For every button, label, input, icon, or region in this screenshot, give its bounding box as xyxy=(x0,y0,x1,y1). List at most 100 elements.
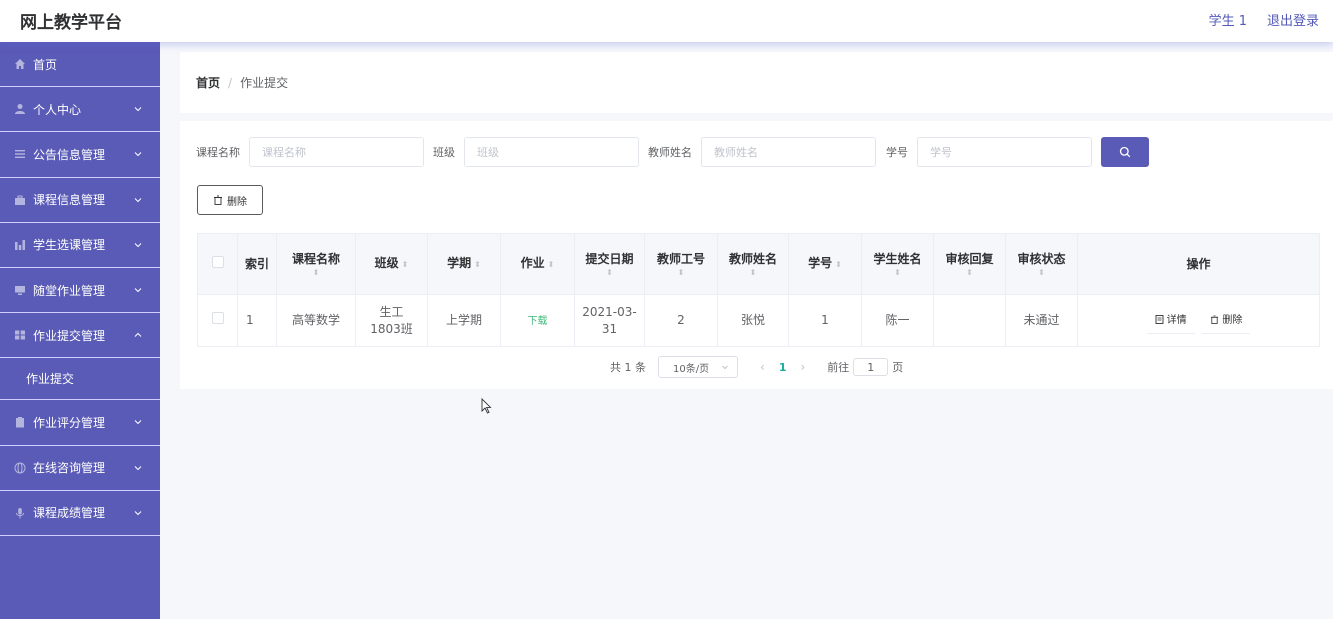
batch-delete-button[interactable]: 删除 xyxy=(197,185,263,215)
mouse-cursor-icon xyxy=(481,398,492,414)
breadcrumb: 首页 / 作业提交 xyxy=(180,52,1333,113)
detail-button[interactable]: 详情 xyxy=(1146,308,1195,334)
breadcrumb-home[interactable]: 首页 xyxy=(196,74,220,91)
list-icon xyxy=(15,150,25,159)
sidebar-item-label: 公告信息管理 xyxy=(33,147,106,162)
chevron-down-icon xyxy=(134,242,142,248)
sidebar-item-scores[interactable]: 课程成绩管理 xyxy=(0,491,160,536)
row-delete-button[interactable]: 删除 xyxy=(1202,308,1251,334)
header-review-status[interactable]: 审核状态 ⬍ xyxy=(1005,233,1078,295)
page-number-current[interactable]: 1 xyxy=(779,361,787,374)
batch-delete-label: 删除 xyxy=(227,196,247,208)
sidebar-item-label: 个人中心 xyxy=(33,102,82,117)
briefcase-icon xyxy=(15,195,25,205)
sidebar: 首页 个人中心 公告信息管理 课程信息管理 学生选课管理 随堂作业管理 作业提交… xyxy=(0,42,160,619)
sort-icon: ⬍ xyxy=(1038,267,1045,277)
sidebar-item-submission[interactable]: 作业提交管理 xyxy=(0,313,160,359)
table-row: 1 高等数学 生工1803班 上学期 下载 2021-03-31 2 张悦 1 … xyxy=(197,294,1320,347)
pagination: 共 1 条 10条/页 ‹ 1 › 前往 1 页 xyxy=(610,355,903,379)
top-bar: 网上教学平台 学生 1 退出登录 xyxy=(0,0,1333,42)
microphone-icon xyxy=(16,507,24,519)
download-link[interactable]: 下载 xyxy=(528,316,548,327)
sidebar-item-homework[interactable]: 随堂作业管理 xyxy=(0,268,160,314)
row-checkbox[interactable] xyxy=(197,294,238,347)
student-no-input[interactable]: 学号 xyxy=(917,137,1092,167)
goto-suffix: 页 xyxy=(892,361,904,374)
search-icon xyxy=(1119,146,1131,158)
chevron-up-icon xyxy=(134,333,142,338)
cell-class: 生工1803班 xyxy=(355,294,428,347)
logout-link[interactable]: 退出登录 xyxy=(1267,10,1319,29)
sidebar-item-label: 学生选课管理 xyxy=(33,238,106,253)
sort-icon: ⬍ xyxy=(474,260,481,269)
cell-submit-date: 2021-03-31 xyxy=(574,294,645,347)
search-form: 课程名称 课程名称 班级 班级 教师姓名 教师姓名 学号 学号 xyxy=(196,137,1149,167)
header-teacher-name[interactable]: 教师姓名 ⬍ xyxy=(717,233,789,295)
trash-icon xyxy=(1211,314,1219,324)
globe-icon xyxy=(14,462,26,474)
header-index: 索引 xyxy=(237,233,277,295)
chevron-down-icon xyxy=(722,365,728,370)
sidebar-subitem-submission[interactable]: 作业提交 xyxy=(0,358,160,401)
cell-homework: 下载 xyxy=(500,294,575,347)
select-all-checkbox[interactable] xyxy=(197,233,238,295)
class-input[interactable]: 班级 xyxy=(464,137,639,167)
chevron-down-icon xyxy=(134,288,142,293)
sidebar-item-notice[interactable]: 公告信息管理 xyxy=(0,132,160,178)
monitor-icon xyxy=(15,286,25,296)
header-homework[interactable]: 作业 ⬍ xyxy=(500,233,575,295)
sort-icon: ⬍ xyxy=(894,267,901,277)
cell-student-name: 陈一 xyxy=(861,294,934,347)
cell-student-no: 1 xyxy=(788,294,862,347)
sidebar-item-label: 在线咨询管理 xyxy=(33,461,106,476)
student-no-label: 学号 xyxy=(886,146,908,159)
header-teacher-id[interactable]: 教师工号 ⬍ xyxy=(644,233,718,295)
header-course[interactable]: 课程名称 ⬍ xyxy=(276,233,356,295)
header-student-no[interactable]: 学号 ⬍ xyxy=(788,233,862,295)
cell-index: 1 xyxy=(237,294,277,347)
sidebar-item-consult[interactable]: 在线咨询管理 xyxy=(0,446,160,491)
course-name-label: 课程名称 xyxy=(196,146,240,159)
sidebar-item-label: 课程成绩管理 xyxy=(33,506,106,521)
chevron-down-icon xyxy=(134,420,142,425)
header-class[interactable]: 班级 ⬍ xyxy=(355,233,428,295)
cell-teacher-name: 张悦 xyxy=(717,294,789,347)
sort-icon: ⬍ xyxy=(677,267,685,277)
cell-review-status: 未通过 xyxy=(1005,294,1078,347)
header-actions: 操作 xyxy=(1077,233,1320,295)
clipboard-icon xyxy=(16,417,24,428)
sidebar-item-grading[interactable]: 作业评分管理 xyxy=(0,400,160,446)
next-page-icon[interactable]: › xyxy=(800,360,805,374)
home-icon xyxy=(15,59,25,70)
header-student-name[interactable]: 学生姓名 ⬍ xyxy=(861,233,934,295)
sidebar-item-label: 作业提交管理 xyxy=(33,328,106,343)
cell-course: 高等数学 xyxy=(276,294,356,347)
header-review-reply[interactable]: 审核回复 ⬍ xyxy=(933,233,1006,295)
trash-icon xyxy=(214,195,222,205)
sort-icon: ⬍ xyxy=(749,267,757,277)
chevron-down-icon xyxy=(134,510,142,515)
chevron-down-icon xyxy=(134,107,142,112)
main-panel: 课程名称 课程名称 班级 班级 教师姓名 教师姓名 学号 学号 删除 索引 课程… xyxy=(180,121,1333,389)
sort-icon: ⬍ xyxy=(606,267,613,277)
sidebar-item-home[interactable]: 首页 xyxy=(0,42,160,88)
teacher-name-label: 教师姓名 xyxy=(648,146,692,159)
prev-page-icon[interactable]: ‹ xyxy=(760,360,765,374)
page-size-select[interactable]: 10条/页 xyxy=(658,356,738,378)
header-submit-date[interactable]: 提交日期 ⬍ xyxy=(574,233,645,295)
header-term[interactable]: 学期 ⬍ xyxy=(427,233,501,295)
teacher-name-input[interactable]: 教师姓名 xyxy=(701,137,876,167)
sort-icon: ⬍ xyxy=(835,260,842,269)
course-name-input[interactable]: 课程名称 xyxy=(249,137,424,167)
user-icon xyxy=(15,104,25,115)
goto-page-input[interactable]: 1 xyxy=(853,358,889,376)
chart-icon xyxy=(15,239,25,250)
sidebar-item-personal-center[interactable]: 个人中心 xyxy=(0,87,160,133)
sidebar-item-course[interactable]: 课程信息管理 xyxy=(0,178,160,223)
pagination-total: 共 1 条 xyxy=(610,361,646,374)
goto-label: 前往 xyxy=(827,361,850,374)
sidebar-item-course-selection[interactable]: 学生选课管理 xyxy=(0,223,160,268)
brand-title: 网上教学平台 xyxy=(20,13,122,33)
document-icon xyxy=(1155,314,1164,324)
search-button[interactable] xyxy=(1101,137,1149,167)
